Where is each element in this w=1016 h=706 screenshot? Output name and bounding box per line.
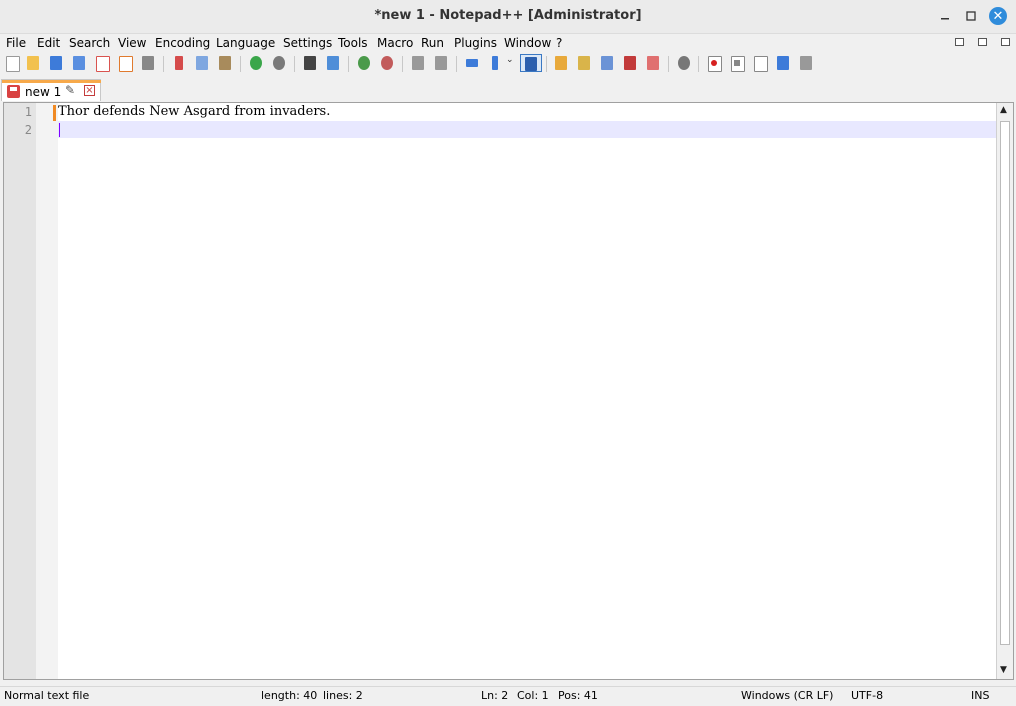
menu-settings[interactable]: Settings: [283, 36, 332, 50]
print-icon[interactable]: [139, 54, 157, 72]
sync-vertical-icon[interactable]: [409, 54, 427, 72]
function-list-icon[interactable]: [598, 54, 616, 72]
toolbar-separator: [668, 56, 669, 72]
run-macro-multiple-icon[interactable]: [774, 54, 792, 72]
close-file-icon[interactable]: [93, 54, 111, 72]
menu-encoding[interactable]: Encoding: [155, 36, 210, 50]
menu-search[interactable]: Search: [69, 36, 110, 50]
menu-tools[interactable]: Tools: [338, 36, 368, 50]
status-bar: Normal text file length: 40 lines: 2 Ln:…: [0, 686, 1016, 706]
eol-format[interactable]: Windows (CR LF): [741, 689, 833, 702]
doc-length: length: 40: [261, 689, 318, 702]
paste-icon[interactable]: [216, 54, 234, 72]
menu-plugins[interactable]: Plugins: [454, 36, 497, 50]
close-icon: ✕: [992, 8, 1004, 24]
replace-icon[interactable]: [324, 54, 342, 72]
scroll-down-icon[interactable]: ▼: [1000, 665, 1007, 675]
undo-icon[interactable]: [247, 54, 265, 72]
toolbar-separator: [402, 56, 403, 72]
cursor-line[interactable]: Ln: 2: [481, 689, 508, 702]
menu-language[interactable]: Language: [216, 36, 275, 50]
line-number: 1: [24, 105, 32, 119]
maximize-button[interactable]: [962, 7, 980, 25]
maximize-icon: [966, 11, 976, 21]
toolbar-separator: [546, 56, 547, 72]
pin-icon[interactable]: ✎: [65, 83, 75, 97]
cursor-position[interactable]: Pos: 41: [558, 689, 598, 702]
change-history-marker: [53, 105, 56, 121]
scrollbar-thumb[interactable]: [1000, 121, 1010, 645]
doc-restore-button[interactable]: [978, 38, 987, 46]
folder-workspace-icon[interactable]: [621, 54, 639, 72]
toolbar-separator: [456, 56, 457, 72]
toolbar-separator: [240, 56, 241, 72]
unsaved-file-icon: [7, 85, 20, 98]
tab-label: new 1: [25, 85, 62, 99]
menu-run[interactable]: Run: [421, 36, 444, 50]
zoom-in-icon[interactable]: [355, 54, 373, 72]
current-line-highlight: [58, 121, 996, 138]
insert-mode[interactable]: INS: [971, 689, 989, 702]
menu-macro[interactable]: Macro: [377, 36, 413, 50]
window-title: *new 1 - Notepad++ [Administrator]: [374, 8, 642, 23]
word-wrap-icon[interactable]: [463, 54, 481, 72]
toolbar: ⌄: [0, 52, 1016, 76]
line-number-margin: 1 2: [4, 103, 36, 679]
indent-guide-icon[interactable]: [520, 54, 542, 72]
scroll-up-icon[interactable]: ▲: [1000, 105, 1007, 115]
document-map-icon[interactable]: [575, 54, 593, 72]
chevron-down-icon[interactable]: ⌄: [505, 54, 515, 72]
close-window-button[interactable]: ✕: [989, 7, 1007, 25]
open-file-icon[interactable]: [24, 54, 42, 72]
text-caret: [59, 123, 60, 137]
active-tab-indicator: [2, 80, 101, 83]
menu-file[interactable]: File: [6, 36, 26, 50]
title-bar: *new 1 - Notepad++ [Administrator] ✕: [0, 0, 1016, 34]
menu-bar: File Edit Search View Encoding Language …: [0, 34, 1016, 52]
tab-new-1[interactable]: new 1 ✎ ×: [1, 79, 101, 101]
vertical-scrollbar[interactable]: ▲ ▼: [996, 103, 1013, 679]
tab-bar: new 1 ✎ ×: [0, 77, 1016, 101]
editor-area[interactable]: 1 2 Thor defends New Asgard from invader…: [3, 102, 1014, 680]
minimize-icon: [941, 18, 949, 20]
minimize-button[interactable]: [936, 7, 954, 25]
copy-icon[interactable]: [193, 54, 211, 72]
zoom-out-icon[interactable]: [378, 54, 396, 72]
define-language-icon[interactable]: [552, 54, 570, 72]
record-macro-icon[interactable]: [675, 54, 693, 72]
editor-line[interactable]: Thor defends New Asgard from invaders.: [58, 104, 330, 119]
menu-view[interactable]: View: [118, 36, 146, 50]
doc-minimize-button[interactable]: [955, 38, 964, 46]
stop-recording-icon[interactable]: [728, 54, 746, 72]
monitoring-icon[interactable]: [644, 54, 662, 72]
save-icon[interactable]: [47, 54, 65, 72]
fold-margin: [36, 103, 58, 679]
cursor-column[interactable]: Col: 1: [517, 689, 549, 702]
sync-horizontal-icon[interactable]: [432, 54, 450, 72]
encoding[interactable]: UTF-8: [851, 689, 883, 702]
file-type: Normal text file: [4, 689, 90, 702]
doc-close-button[interactable]: [1001, 38, 1010, 46]
toolbar-separator: [163, 56, 164, 72]
cut-icon[interactable]: [170, 54, 188, 72]
doc-lines: lines: 2: [323, 689, 363, 702]
save-all-icon[interactable]: [70, 54, 88, 72]
close-all-icon[interactable]: [116, 54, 134, 72]
new-file-icon[interactable]: [3, 54, 21, 72]
playback-macro-icon[interactable]: [751, 54, 769, 72]
save-macro-icon[interactable]: [797, 54, 815, 72]
toolbar-separator: [698, 56, 699, 72]
tab-close-icon[interactable]: ×: [84, 85, 95, 96]
toolbar-separator: [294, 56, 295, 72]
start-recording-icon[interactable]: [705, 54, 723, 72]
redo-icon[interactable]: [270, 54, 288, 72]
menu-help[interactable]: ?: [556, 36, 562, 50]
show-all-characters-icon[interactable]: [486, 54, 504, 72]
line-number: 2: [24, 123, 32, 137]
find-icon[interactable]: [301, 54, 319, 72]
menu-edit[interactable]: Edit: [37, 36, 60, 50]
menu-window[interactable]: Window: [504, 36, 551, 50]
toolbar-separator: [348, 56, 349, 72]
